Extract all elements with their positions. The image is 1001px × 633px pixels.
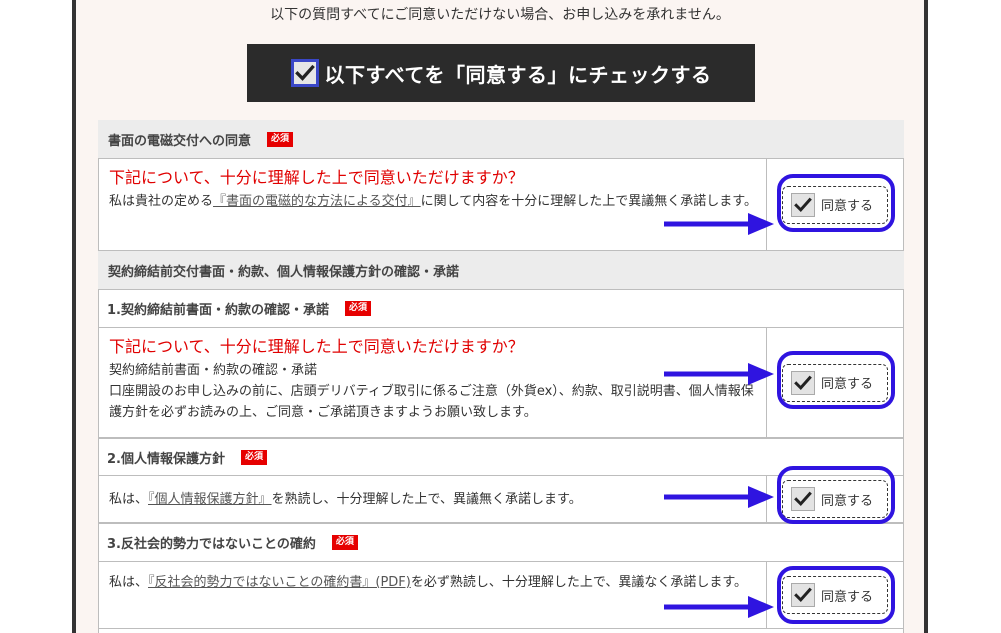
agree-checkbox-cell: 同意する bbox=[767, 328, 903, 437]
question-text-cell: 下記について、十分に理解した上で同意いただけますか？ 私は貴社の定める『書面の電… bbox=[99, 159, 767, 250]
agree-checkbox-anti-social[interactable]: 同意する bbox=[782, 576, 888, 614]
agree-checkbox-privacy[interactable]: 同意する bbox=[782, 480, 888, 518]
agree-checkbox-electronic[interactable]: 同意する bbox=[782, 185, 888, 224]
required-badge: 必須 bbox=[331, 535, 358, 550]
question-text-cell: 私は、『反社会的勢力ではないことの確約書』(PDF)を必ず熟読し、十分理解した上… bbox=[99, 562, 767, 628]
statement-text: 口座開設のお申し込みの前に、店頭デリバティブ取引に係るご注意（外貨ex）、約款、… bbox=[109, 384, 754, 420]
anti-social-pledge-link[interactable]: 『反社会的勢力ではないことの確約書』(PDF) bbox=[148, 575, 411, 590]
question-heading: 下記について、十分に理解した上で同意いただけますか？ bbox=[109, 337, 524, 356]
question-row-contract-docs: 下記について、十分に理解した上で同意いただけますか？ 契約締結前書面・約款の確認… bbox=[98, 327, 904, 438]
agree-checkbox-cell: 同意する bbox=[767, 562, 903, 628]
next-row-edge bbox=[98, 629, 904, 633]
checkbox-label: 同意する bbox=[821, 377, 874, 392]
form-panel: 以下の質問すべてにご同意いただけない場合、お申し込みを承れません。 以下すべてを… bbox=[72, 0, 928, 633]
checkbox-label: 同意する bbox=[821, 589, 874, 605]
section-title: 書面の電磁交付への同意 bbox=[108, 133, 252, 149]
item-title: 1.契約締結前書面・約款の確認・承諾 bbox=[107, 303, 329, 318]
agree-all-button[interactable]: 以下すべてを「同意する」にチェックする bbox=[247, 44, 755, 102]
required-badge: 必須 bbox=[240, 449, 267, 465]
check-icon bbox=[794, 586, 812, 604]
agreement-notice: 以下の質問すべてにご同意いただけない場合、お申し込みを承れません。 bbox=[270, 7, 730, 23]
item-title: 2.個人情報保護方針 bbox=[107, 451, 225, 467]
statement-text: 私は貴社の定める『書面の電磁的な方法による交付』に関して内容を十分に理解した上で… bbox=[109, 194, 757, 209]
check-icon bbox=[794, 196, 812, 214]
statement-text: 私は、『個人情報保護方針』を熟読し、十分理解した上で、異議無く承諾します。 bbox=[109, 491, 582, 507]
question-heading: 下記について、十分に理解した上で同意いただけますか？ bbox=[109, 168, 524, 187]
checkbox[interactable] bbox=[791, 583, 815, 607]
required-badge: 必須 bbox=[344, 301, 371, 316]
question-text-cell: 下記について、十分に理解した上で同意いただけますか？ 契約締結前書面・約款の確認… bbox=[99, 328, 767, 437]
section-title: 契約締結前交付書面・約款、個人情報保護方針の確認・承諾 bbox=[108, 264, 460, 280]
privacy-policy-link[interactable]: 『個人情報保護方針』 bbox=[148, 492, 272, 507]
agree-all-label: 以下すべてを「同意する」にチェックする bbox=[324, 62, 712, 87]
item-header-anti-social: 3.反社会的勢力ではないことの確約 必須 bbox=[98, 523, 904, 561]
check-icon bbox=[794, 490, 812, 508]
checkbox[interactable] bbox=[791, 370, 815, 395]
checkbox-label: 同意する bbox=[821, 493, 874, 509]
item-header-privacy: 2.個人情報保護方針 必須 bbox=[98, 438, 904, 475]
agree-all-checkbox[interactable] bbox=[290, 59, 319, 87]
checkbox-label: 同意する bbox=[821, 199, 874, 214]
agree-checkbox-cell: 同意する bbox=[767, 476, 903, 522]
question-row-electronic: 下記について、十分に理解した上で同意いただけますか？ 私は貴社の定める『書面の電… bbox=[98, 158, 904, 251]
question-row-anti-social: 私は、『反社会的勢力ではないことの確約書』(PDF)を必ず熟読し、十分理解した上… bbox=[98, 561, 904, 629]
checkbox[interactable] bbox=[791, 192, 815, 217]
statement-text: 私は、『反社会的勢力ではないことの確約書』(PDF)を必ず熟読し、十分理解した上… bbox=[109, 575, 748, 590]
item-title: 3.反社会的勢力ではないことの確約 bbox=[107, 537, 316, 552]
checkbox[interactable] bbox=[791, 487, 815, 511]
question-row-privacy: 私は、『個人情報保護方針』を熟読し、十分理解した上で、異議無く承諾します。 同意… bbox=[98, 475, 904, 523]
agree-checkbox-contract-docs[interactable]: 同意する bbox=[782, 363, 888, 402]
section-header-contract: 契約締結前交付書面・約款、個人情報保護方針の確認・承諾 bbox=[98, 251, 904, 289]
item-header-contract-docs: 1.契約締結前書面・約款の確認・承諾 必須 bbox=[98, 289, 904, 327]
check-icon bbox=[794, 374, 812, 392]
electronic-delivery-link[interactable]: 『書面の電磁的な方法による交付』 bbox=[213, 194, 421, 209]
required-badge: 必須 bbox=[267, 131, 294, 147]
question-text-cell: 私は、『個人情報保護方針』を熟読し、十分理解した上で、異議無く承諾します。 bbox=[99, 476, 767, 522]
statement-title: 契約締結前書面・約款の確認・承諾 bbox=[109, 363, 318, 378]
section-header-electronic-delivery: 書面の電磁交付への同意 必須 bbox=[98, 120, 904, 158]
agree-checkbox-cell: 同意する bbox=[767, 159, 903, 250]
check-icon bbox=[295, 63, 315, 83]
